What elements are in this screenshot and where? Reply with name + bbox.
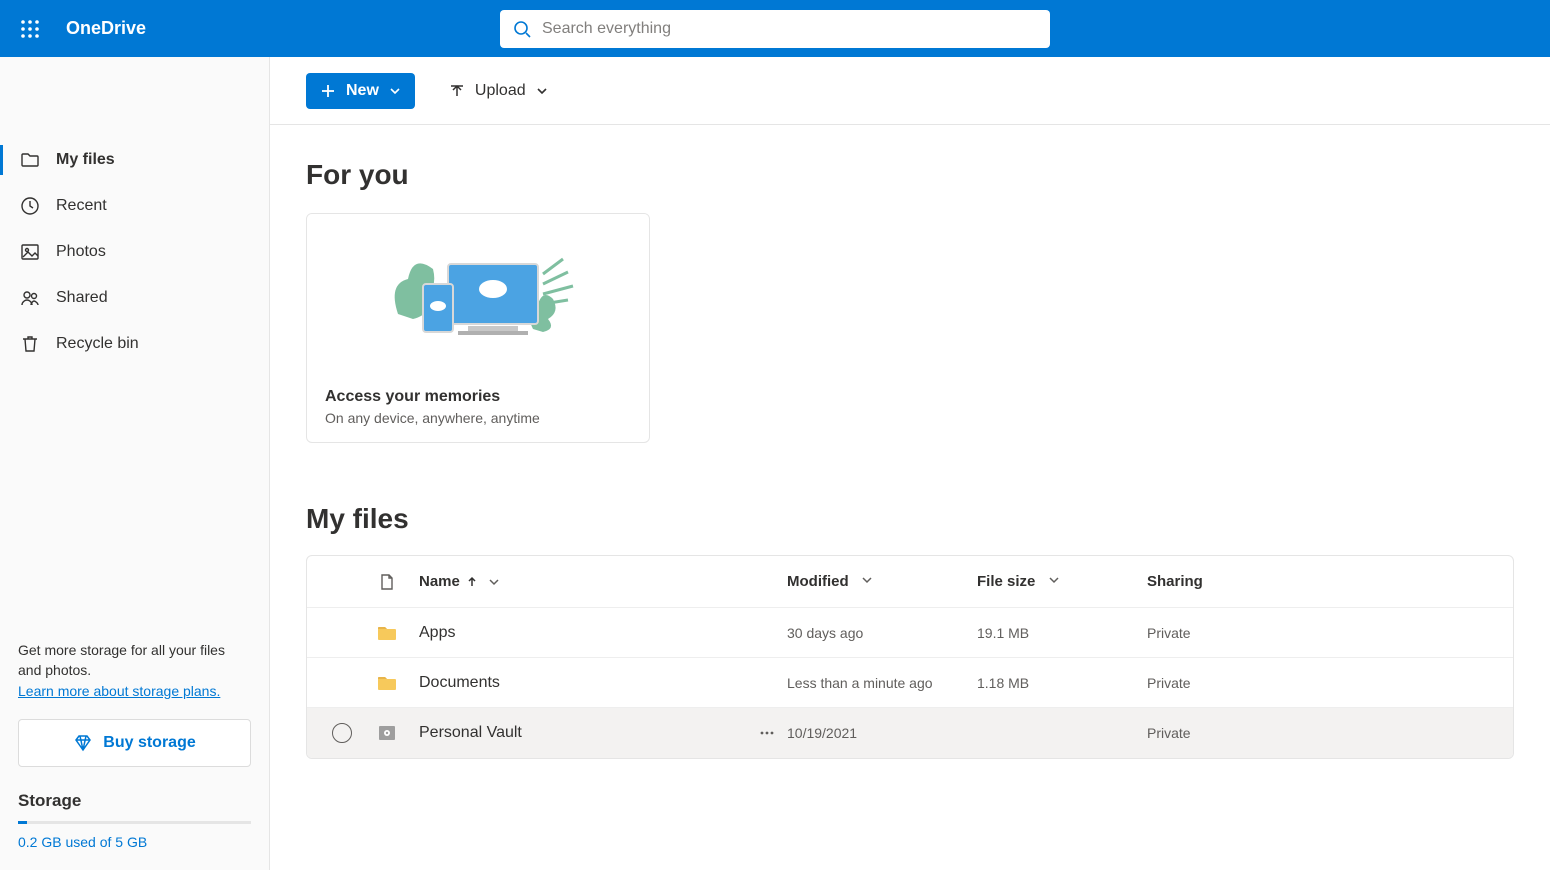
folder-icon (367, 622, 407, 644)
search-container (500, 10, 1050, 48)
storage-bar (18, 821, 251, 824)
table-row[interactable]: Documents Less than a minute ago 1.18 MB… (307, 658, 1513, 708)
waffle-icon (20, 19, 40, 39)
buy-storage-button[interactable]: Buy storage (18, 719, 251, 767)
file-size: 1.18 MB (977, 675, 1147, 691)
file-icon (367, 573, 407, 591)
header: OneDrive (0, 0, 1550, 57)
more-icon (759, 725, 775, 741)
file-name: Documents (407, 674, 747, 692)
sidebar-item-recycle-bin[interactable]: Recycle bin (0, 321, 269, 367)
card-subtitle: On any device, anywhere, anytime (325, 410, 631, 426)
new-label: New (346, 82, 379, 100)
toolbar: New Upload (270, 57, 1550, 125)
file-sharing: Private (1147, 625, 1297, 641)
buy-storage-label: Buy storage (103, 734, 195, 752)
sidebar: My files Recent Photos Shared (0, 57, 270, 870)
table-row[interactable]: Personal Vault 10/19/2021 Private (307, 708, 1513, 758)
upload-button[interactable]: Upload (439, 73, 558, 109)
folder-icon (20, 150, 40, 170)
file-modified: Less than a minute ago (787, 675, 977, 691)
column-name[interactable]: Name (407, 573, 747, 590)
storage-promo-text: Get more storage for all your files and … (18, 640, 251, 681)
vault-icon (367, 722, 407, 744)
new-button[interactable]: New (306, 73, 415, 109)
folder-icon (367, 672, 407, 694)
file-name: Personal Vault (407, 724, 747, 742)
search-input[interactable] (500, 10, 1050, 48)
storage-heading: Storage (18, 791, 251, 811)
column-modified[interactable]: Modified (787, 573, 977, 590)
plus-icon (320, 83, 336, 99)
storage-usage-link[interactable]: 0.2 GB used of 5 GB (18, 834, 251, 850)
main: New Upload For you (270, 57, 1550, 870)
sidebar-item-label: My files (56, 151, 115, 169)
row-select[interactable] (317, 723, 367, 743)
chevron-down-icon (536, 85, 548, 97)
more-actions-button[interactable] (747, 725, 787, 741)
search-icon (512, 19, 532, 39)
file-modified: 10/19/2021 (787, 725, 977, 741)
file-name: Apps (407, 624, 747, 642)
file-table: Name Modified File size Sharing (306, 555, 1514, 759)
upload-icon (449, 83, 465, 99)
sidebar-item-label: Recycle bin (56, 335, 139, 353)
sidebar-item-label: Recent (56, 197, 107, 215)
column-size[interactable]: File size (977, 573, 1147, 590)
photo-icon (20, 242, 40, 262)
chevron-down-icon (1048, 574, 1060, 586)
file-size: 19.1 MB (977, 625, 1147, 641)
storage-plans-link[interactable]: Learn more about storage plans. (18, 683, 220, 699)
file-modified: 30 days ago (787, 625, 977, 641)
diamond-icon (73, 733, 93, 753)
card-title: Access your memories (325, 388, 631, 406)
shared-icon (20, 288, 40, 308)
my-files-title: My files (306, 503, 1514, 535)
sidebar-item-my-files[interactable]: My files (0, 137, 269, 183)
file-sharing: Private (1147, 725, 1297, 741)
trash-icon (20, 334, 40, 354)
sidebar-item-shared[interactable]: Shared (0, 275, 269, 321)
memories-illustration (307, 214, 649, 374)
app-title[interactable]: OneDrive (66, 18, 146, 39)
sidebar-item-label: Photos (56, 243, 106, 261)
upload-label: Upload (475, 82, 526, 100)
recent-icon (20, 196, 40, 216)
file-sharing: Private (1147, 675, 1297, 691)
column-sharing[interactable]: Sharing (1147, 573, 1297, 590)
app-launcher-button[interactable] (12, 11, 48, 47)
sidebar-item-photos[interactable]: Photos (0, 229, 269, 275)
sidebar-bottom: Get more storage for all your files and … (0, 640, 269, 870)
chevron-down-icon (389, 85, 401, 97)
table-row[interactable]: Apps 30 days ago 19.1 MB Private (307, 608, 1513, 658)
nav-list: My files Recent Photos Shared (0, 137, 269, 367)
sidebar-item-label: Shared (56, 289, 108, 307)
chevron-down-icon (488, 576, 500, 588)
chevron-down-icon (861, 574, 873, 586)
sidebar-item-recent[interactable]: Recent (0, 183, 269, 229)
memories-card[interactable]: Access your memories On any device, anyw… (306, 213, 650, 443)
for-you-title: For you (306, 159, 1514, 191)
sort-asc-icon (466, 576, 478, 588)
table-header: Name Modified File size Sharing (307, 556, 1513, 608)
